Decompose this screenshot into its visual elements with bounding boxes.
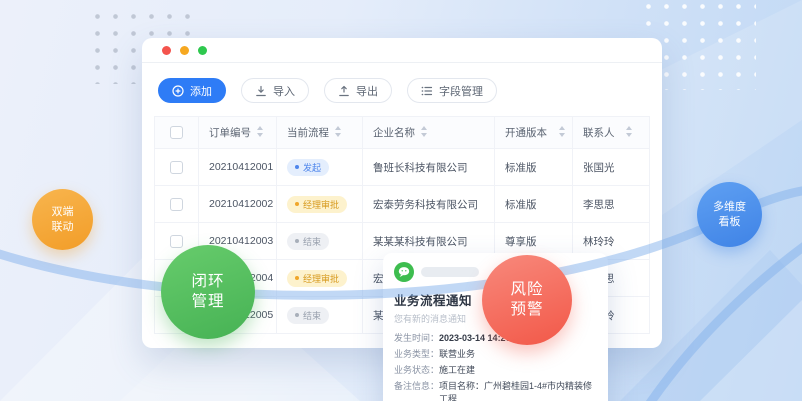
cell-order-no: 20210412002 <box>199 186 277 223</box>
import-button[interactable]: 导入 <box>241 78 309 103</box>
add-button-label: 添加 <box>190 83 212 99</box>
field-label: 备注信息： <box>394 380 439 401</box>
status-badge: 经理审批 <box>287 196 347 213</box>
row-checkbox[interactable] <box>170 198 183 211</box>
field-label: 业务类型： <box>394 348 439 361</box>
cell-contact: 张国光 <box>573 149 650 186</box>
field-label: 发生时间： <box>394 332 439 345</box>
field-value: 施工在建 <box>439 364 475 377</box>
sort-icon[interactable] <box>421 126 428 137</box>
cell-company: 宏泰劳务科技有限公司 <box>363 186 495 223</box>
status-dot <box>295 276 299 280</box>
status-dot <box>295 239 299 243</box>
dot-grid-right <box>646 4 756 90</box>
export-button[interactable]: 导出 <box>324 78 392 103</box>
cell-contact: 李思思 <box>573 186 650 223</box>
feature-badge-risk-alert: 风险 预警 <box>482 255 572 345</box>
notification-fields: 发生时间： 2023-03-14 14:20 业务类型： 联营业务 业务状态： … <box>394 332 597 401</box>
table-row: 20210412002 经理审批 宏泰劳务科技有限公司 标准版 李思思 <box>155 186 650 223</box>
feature-badge-closed-loop: 闭环 管理 <box>161 245 255 339</box>
wechat-icon <box>394 262 414 282</box>
export-button-label: 导出 <box>356 83 378 99</box>
status-badge: 结束 <box>287 233 329 250</box>
status-dot <box>295 313 299 317</box>
cell-version: 标准版 <box>495 186 573 223</box>
row-checkbox[interactable] <box>170 161 183 174</box>
status-badge: 经理审批 <box>287 270 347 287</box>
column-header-contact[interactable]: 联系人 <box>573 117 650 149</box>
cell-company: 鲁班长科技有限公司 <box>363 149 495 186</box>
plus-circle-icon <box>172 85 184 97</box>
status-badge: 发起 <box>287 159 329 176</box>
notification-field: 发生时间： 2023-03-14 14:20 <box>394 332 597 345</box>
column-header-current-flow[interactable]: 当前流程 <box>277 117 363 149</box>
field-value: 项目名称：广州碧桂园1-4#市内精装修工程 合同名称：广州碧桂园1-4#市内精装… <box>439 380 597 401</box>
sort-icon[interactable] <box>559 126 566 137</box>
window-maximize-dot[interactable] <box>198 46 207 55</box>
column-header-order-no[interactable]: 订单编号 <box>199 117 277 149</box>
field-list-icon <box>421 85 433 97</box>
window-minimize-dot[interactable] <box>180 46 189 55</box>
notification-field: 备注信息： 项目名称：广州碧桂园1-4#市内精装修工程 合同名称：广州碧桂园1-… <box>394 380 597 401</box>
column-header-version[interactable]: 开通版本 <box>495 117 573 149</box>
sort-icon[interactable] <box>335 126 342 137</box>
window-close-dot[interactable] <box>162 46 171 55</box>
import-button-label: 导入 <box>273 83 295 99</box>
notification-field: 业务类型： 联营业务 <box>394 348 597 361</box>
field-label: 业务状态： <box>394 364 439 377</box>
row-checkbox[interactable] <box>170 235 183 248</box>
field-value: 联营业务 <box>439 348 475 361</box>
import-icon <box>255 85 267 97</box>
sort-icon[interactable] <box>626 126 633 137</box>
status-dot <box>295 202 299 206</box>
export-icon <box>338 85 350 97</box>
add-button[interactable]: 添加 <box>158 78 226 103</box>
status-dot <box>295 165 299 169</box>
field-manage-button-label: 字段管理 <box>439 83 483 99</box>
feature-badge-multi-board: 多维度 看板 <box>697 182 762 247</box>
toolbar: 添加 导入 导出 字段管理 <box>142 63 662 116</box>
sender-placeholder <box>421 267 479 277</box>
table-header-row: 订单编号 当前流程 企业名称 开通版本 联系人 <box>155 117 650 149</box>
column-header-company[interactable]: 企业名称 <box>363 117 495 149</box>
cell-order-no: 20210412001 <box>199 149 277 186</box>
status-badge: 结束 <box>287 307 329 324</box>
marketing-canvas: 添加 导入 导出 字段管理 <box>0 0 802 401</box>
table-row: 20210412001 发起 鲁班长科技有限公司 标准版 张国光 <box>155 149 650 186</box>
feature-badge-dual-link: 双端 联动 <box>32 189 93 250</box>
window-titlebar <box>142 38 662 63</box>
select-all-checkbox[interactable] <box>170 126 183 139</box>
cell-version: 标准版 <box>495 149 573 186</box>
sort-icon[interactable] <box>257 126 264 137</box>
notification-field: 业务状态： 施工在建 <box>394 364 597 377</box>
field-manage-button[interactable]: 字段管理 <box>407 78 497 103</box>
